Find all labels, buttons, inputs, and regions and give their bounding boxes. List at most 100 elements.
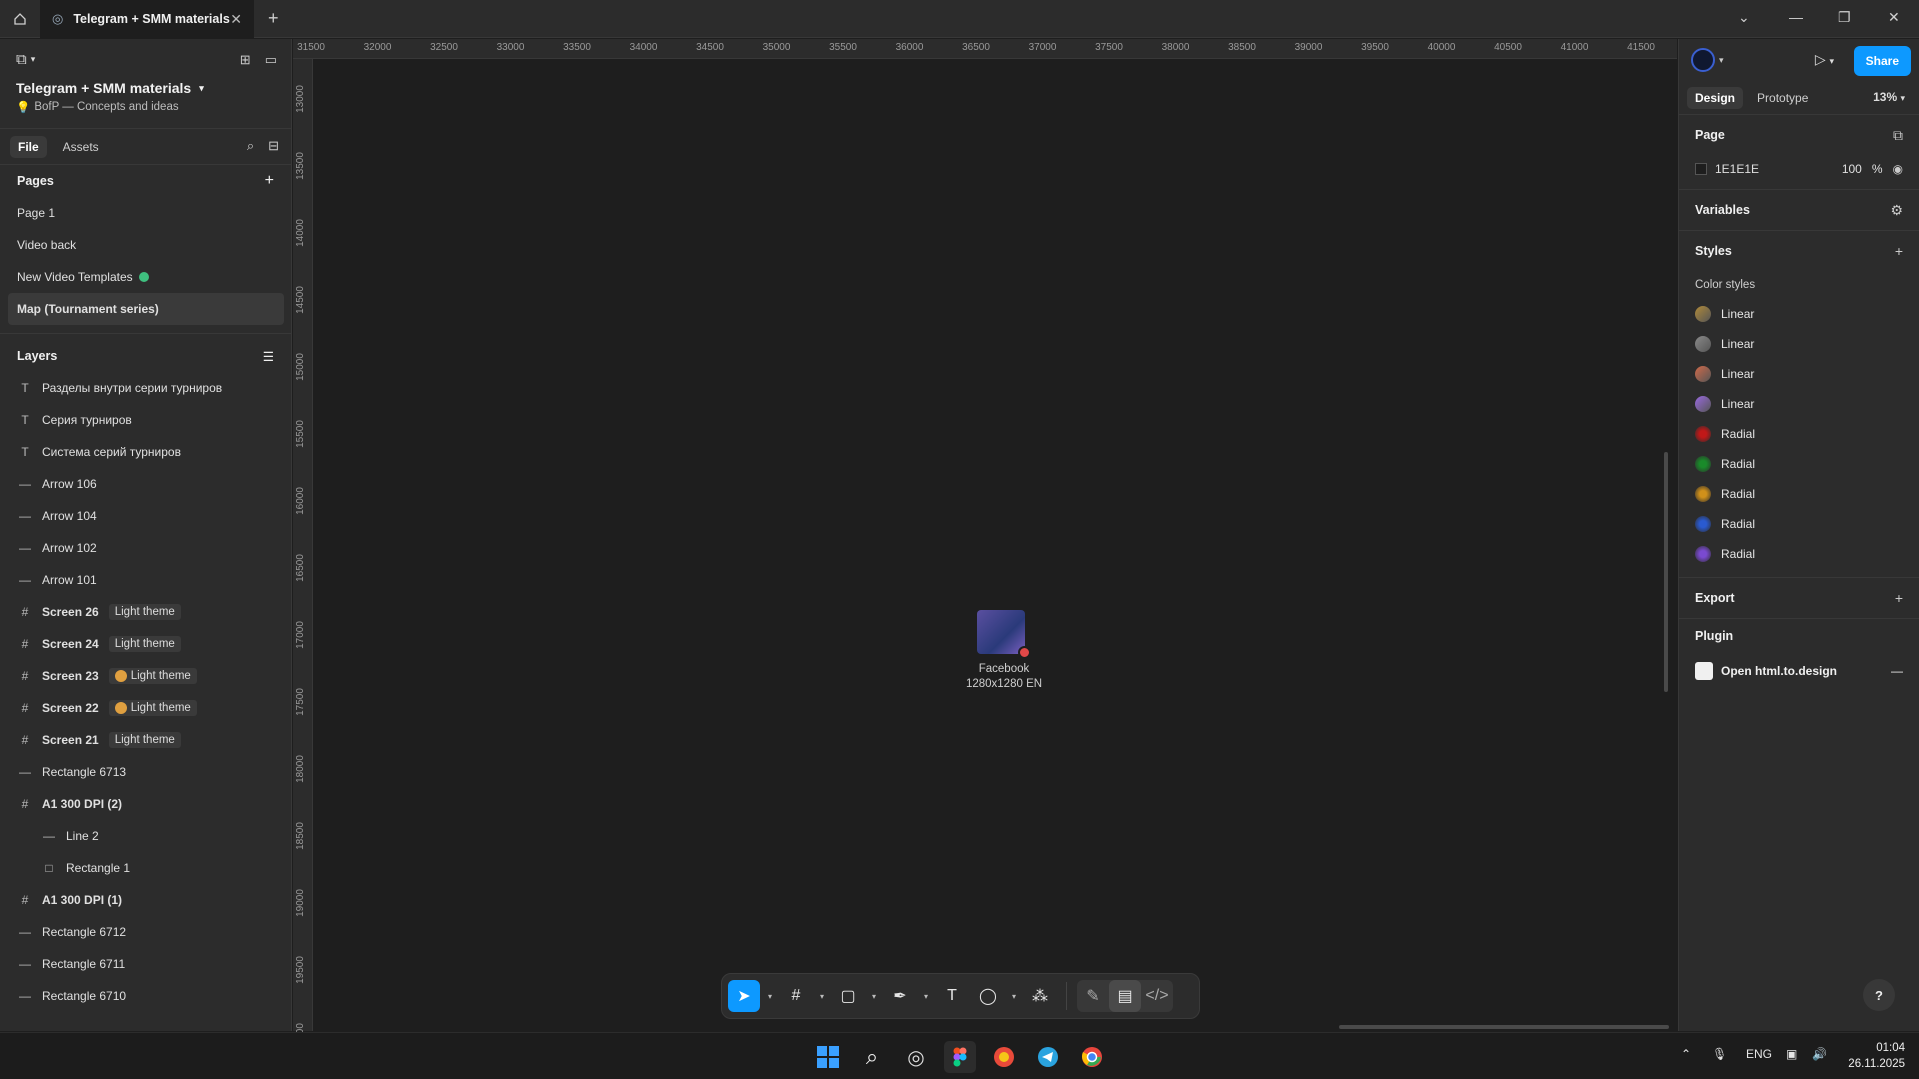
color-style-item[interactable]: Linear [1695,299,1903,329]
file-tab[interactable]: ◎ Telegram + SMM materials ✕ [40,0,254,38]
tab-assets[interactable]: Assets [55,136,107,158]
frame-label[interactable]: Facebook 1280x1280 EN [954,662,1054,692]
zoom-level[interactable]: 13% ▾ [1873,90,1905,104]
chevron-down-icon[interactable]: ▾ [816,992,828,1001]
share-button[interactable]: Share [1853,46,1911,76]
color-style-item[interactable]: Radial [1695,479,1903,509]
home-icon[interactable] [8,7,32,31]
layer-row[interactable]: □ Rectangle 1 [0,852,291,884]
canvas[interactable]: Facebook 1280x1280 EN [314,60,1677,1031]
file-title[interactable]: Telegram + SMM materials ▾ [16,80,275,96]
layer-row[interactable]: # Screen 26 Light theme [0,596,291,628]
fill-hex-input[interactable]: 1E1E1E [1715,162,1759,176]
layer-row[interactable]: # Screen 22 Light theme [0,692,291,724]
chevron-down-icon[interactable]: ▾ [1008,992,1020,1001]
layer-row[interactable]: — Rectangle 6713 [0,756,291,788]
app-icon[interactable]: ◎ [900,1041,932,1073]
layer-row[interactable]: — Rectangle 6712 [0,916,291,948]
add-style-icon[interactable]: + [1895,243,1903,259]
page-item-video-back[interactable]: Video back [0,229,283,261]
text-tool-icon[interactable]: T [936,980,968,1012]
move-tool-icon[interactable]: ➤ [728,980,760,1012]
remove-plugin-icon[interactable]: — [1891,664,1903,678]
variables-settings-icon[interactable]: ⚙ [1890,202,1903,219]
sidebar-toggle-icon[interactable]: ▭ [265,52,277,68]
plugin-item[interactable]: Open html.to.design — [1695,653,1903,689]
chevron-down-icon[interactable]: ⌄ [1738,9,1750,26]
layer-row[interactable]: T Система серий турниров [0,436,291,468]
frame-tool-icon[interactable]: # [780,980,812,1012]
rectangle-tool-icon[interactable]: ▢ [832,980,864,1012]
actions-tool-icon[interactable]: ⁂ [1024,980,1056,1012]
eye-icon[interactable]: ◉ [1893,162,1903,176]
chevron-down-icon[interactable]: ▾ [868,992,880,1001]
tab-prototype[interactable]: Prototype [1749,87,1816,109]
present-play-icon[interactable]: ▷ ▾ [1815,51,1834,68]
page-item-page-1[interactable]: Page 1 [0,197,283,229]
layer-row[interactable]: — Rectangle 6710 [0,980,291,1012]
frame-thumbnail[interactable] [977,610,1025,654]
color-style-item[interactable]: Radial [1695,419,1903,449]
layer-row[interactable]: # A1 300 DPI (2) [0,788,291,820]
main-menu-button[interactable]: ⧉ ▾ [16,51,275,68]
microphone-icon[interactable]: 🎙 [1712,1047,1727,1061]
layer-row[interactable]: — Line 2 [0,820,291,852]
figma-app-icon[interactable] [944,1041,976,1073]
color-style-item[interactable]: Radial [1695,449,1903,479]
pen-tool-icon[interactable]: ✒ [884,980,916,1012]
layer-row[interactable]: # Screen 24 Light theme [0,628,291,660]
volume-icon[interactable]: 🔊 [1812,1047,1827,1061]
fill-swatch[interactable] [1695,163,1707,175]
chevron-down-icon[interactable]: ▾ [920,992,932,1001]
chrome-icon[interactable] [1076,1041,1108,1073]
comment-tool-icon[interactable]: ◯ [972,980,1004,1012]
input-language[interactable]: ENG [1746,1047,1772,1061]
minimize-icon[interactable]: — [1789,9,1803,25]
windows-start-icon[interactable] [812,1041,844,1073]
search-icon[interactable]: ⌕ [856,1041,888,1073]
layer-row[interactable]: T Серия турниров [0,404,291,436]
layer-row[interactable]: — Arrow 106 [0,468,291,500]
layer-row[interactable]: # Screen 23 Light theme [0,660,291,692]
project-breadcrumb[interactable]: 💡 BofP — Concepts and ideas [16,100,275,114]
ui3-toggle-icon[interactable]: ⊞ [240,52,251,68]
layer-row[interactable]: # Screen 21 Light theme [0,724,291,756]
page-item-new-video-templates[interactable]: New Video Templates [0,261,283,293]
color-style-item[interactable]: Linear [1695,329,1903,359]
layer-row[interactable]: — Arrow 104 [0,500,291,532]
horizontal-scrollbar[interactable] [1339,1025,1669,1029]
search-icon[interactable]: ⌕ [247,138,254,154]
add-page-icon[interactable]: + [265,172,274,190]
design-mode-icon[interactable]: ▤ [1109,980,1141,1012]
color-style-item[interactable]: Radial [1695,509,1903,539]
dev-mode-icon[interactable]: </> [1141,980,1173,1012]
vertical-scrollbar[interactable] [1664,452,1668,692]
layer-row[interactable]: — Arrow 102 [0,532,291,564]
tab-design[interactable]: Design [1687,86,1744,109]
chevron-down-icon[interactable]: ▾ [764,992,776,1001]
layer-row[interactable]: — Rectangle 6711 [0,948,291,980]
chevron-up-icon[interactable]: ⌃ [1681,1047,1691,1061]
telegram-icon[interactable] [1032,1041,1064,1073]
color-style-item[interactable]: Linear [1695,389,1903,419]
close-window-icon[interactable]: ✕ [1888,9,1900,26]
close-tab-icon[interactable]: ✕ [230,11,242,28]
page-settings-icon[interactable]: ⧉ [1893,127,1903,144]
add-export-icon[interactable]: + [1895,590,1903,606]
layer-row[interactable]: T Разделы внутри серии турниров [0,372,291,404]
help-button[interactable]: ? [1863,979,1895,1011]
network-icon[interactable]: ▣ [1786,1047,1797,1061]
layer-row[interactable]: — Arrow 101 [0,564,291,596]
fill-opacity-input[interactable]: 100 [1842,162,1862,176]
layer-row[interactable]: # A1 300 DPI (1) [0,884,291,916]
tab-file[interactable]: File [10,135,47,158]
draw-mode-icon[interactable]: ✎ [1077,980,1109,1012]
page-item-map[interactable]: Map (Tournament series) [8,293,284,325]
color-style-item[interactable]: Linear [1695,359,1903,389]
library-icon[interactable]: ⊟ [268,138,279,154]
restore-icon[interactable]: ❐ [1838,9,1851,26]
avatar[interactable] [1691,48,1715,72]
browser-icon[interactable] [988,1041,1020,1073]
chevron-down-icon[interactable]: ▾ [1719,55,1724,66]
new-tab-button[interactable]: + [268,8,279,29]
